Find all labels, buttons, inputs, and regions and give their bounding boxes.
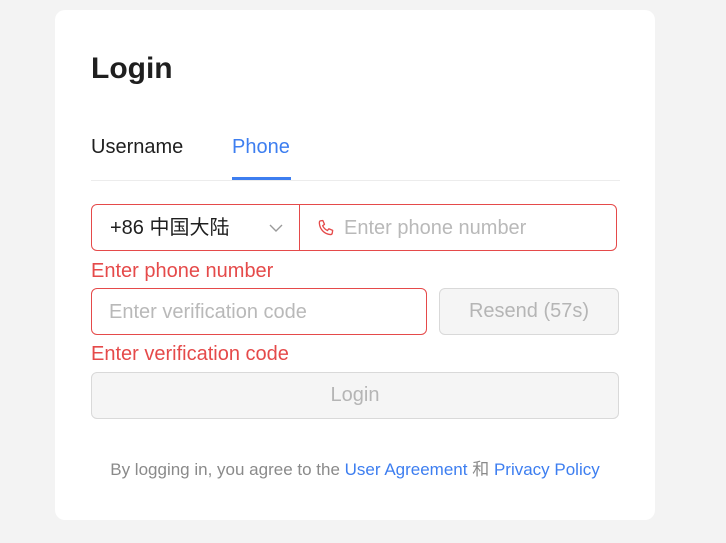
login-tabs: Username Phone [91,130,620,181]
privacy-policy-link[interactable]: Privacy Policy [494,460,600,479]
tab-phone[interactable]: Phone [232,135,290,159]
tab-username[interactable]: Username [91,135,183,159]
code-error-message: Enter verification code [91,343,289,365]
chevron-down-icon [269,224,283,232]
agreement-prefix: By logging in, you agree to the [110,460,345,479]
agreement-connector: 和 [467,460,494,479]
country-code-select[interactable]: +86 中国大陆 [91,204,300,251]
phone-error-message: Enter phone number [91,260,274,282]
phone-icon [318,219,334,236]
country-code-value: +86 中国大陆 [110,217,230,239]
login-card: Login Username Phone +86 中国大陆 Enter phon… [55,10,655,520]
verification-code-input[interactable] [109,300,409,324]
active-tab-indicator [232,177,291,180]
phone-field[interactable] [299,204,617,251]
phone-input[interactable] [344,216,604,240]
resend-code-button[interactable]: Resend (57s) [439,288,619,335]
user-agreement-link[interactable]: User Agreement [345,460,468,479]
login-button[interactable]: Login [91,372,619,419]
agreement-text: By logging in, you agree to the User Agr… [55,459,655,481]
page-title: Login [91,52,173,85]
verification-code-field[interactable] [91,288,427,335]
